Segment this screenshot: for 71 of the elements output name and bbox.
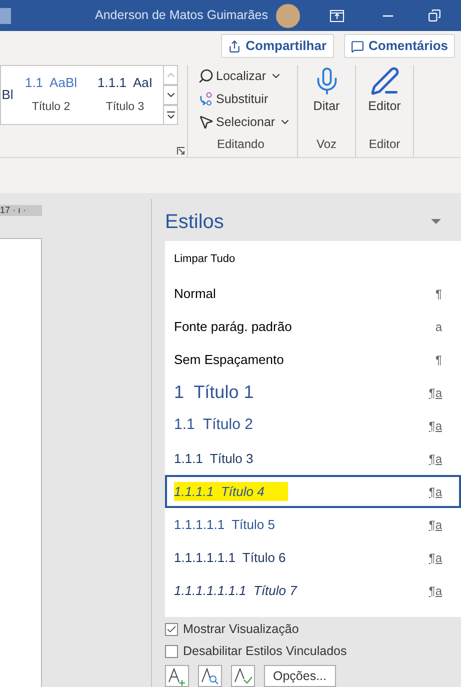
style-name: Limpar Tudo [174,252,236,267]
style-item[interactable]: 1.1.1.1.1 Título 5 ¶a [165,508,461,541]
style-type-icon: ¶a [428,548,442,566]
style-type-icon: ¶a [428,516,442,534]
restore-icon[interactable] [428,9,441,22]
style-item[interactable]: 1.1.1.1 Título 4 ¶a [165,475,461,508]
style-item[interactable]: 1 Título 1 ¶a [165,376,461,409]
style-type-icon: ¶a [428,482,442,500]
style-name: 1.1 Título 2 [174,415,254,436]
ribbon-command[interactable]: Selecionar [198,110,297,134]
style-type-icon: ¶a [428,416,442,434]
user-name: Anderson de Matos Guimarães [94,7,268,24]
ribbon-display-icon[interactable] [330,10,344,22]
style-name: 1.1.1.1.1 Título 5 [174,516,276,534]
share-button[interactable]: Compartilhar [220,34,334,58]
style-type-icon: ¶a [428,450,442,468]
style-type-icon: ¶a [428,384,442,402]
style-name: 1.1.1 Título 3 [174,450,254,468]
style-type-icon: a [435,318,442,336]
style-name: 1.1.1.1 Título 4 [174,482,288,502]
options-button[interactable]: Opções... [264,665,336,687]
checkbox[interactable] [165,645,178,658]
style-item[interactable]: 1.1.1 Título 3 ¶a [165,442,461,475]
style-type-icon: ¶ [436,284,442,302]
style-item[interactable]: 1.1.1.1.1.1.1 Título 7 ¶a [165,574,461,607]
checkbox-label: Desabilitar Estilos Vinculados [183,643,347,660]
comment-icon [350,40,364,52]
cursor-icon [198,114,214,130]
style-type-icon: ¶ [436,350,442,368]
style-type-icon: ¶a [428,582,442,600]
ruler: 17 · ı · [0,205,42,216]
style-inspector-button[interactable] [198,665,222,687]
share-icon [228,40,241,52]
checkbox[interactable] [165,623,178,636]
style-name: 1 Título 1 [174,381,255,404]
style-name: Normal [174,284,217,303]
expand-icon [166,110,174,119]
scroll-down-button[interactable] [163,84,178,105]
editor-button[interactable]: Editor [368,64,401,116]
gallery-style[interactable]: 1.1 AaBl Título 2 [14,66,88,124]
more-button[interactable] [163,104,178,125]
ribbon-command[interactable]: Substituir [198,88,297,111]
avatar-icon[interactable] [276,4,300,28]
group-label: Voz [316,136,336,153]
dictate-button[interactable]: Ditar [312,64,342,116]
ribbon-command[interactable]: Localizar [198,64,297,88]
search-icon [198,68,214,84]
style-item[interactable]: Limpar Tudo [165,241,461,277]
style-item[interactable]: Fonte parág. padrão a [165,310,461,343]
dialog-launcher-icon[interactable] [177,147,185,155]
style-item[interactable]: 1.1 Título 2 ¶a [165,409,461,442]
tab-fragment [0,8,11,24]
pane-title: Estilos [165,210,224,235]
style-item[interactable]: 1.1.1.1.1.1 Título 6 ¶a [165,541,461,574]
style-name: Fonte parág. padrão [174,318,293,336]
replace-icon [198,91,214,108]
style-name: 1.1.1.1.1.1 Título 6 [174,548,287,567]
style-name: 1.1.1.1.1.1.1 Título 7 [174,582,298,600]
gallery-style[interactable]: Bl [1,66,14,124]
style-item[interactable]: Normal ¶ [165,277,461,310]
dropdown-icon[interactable] [431,219,441,225]
new-style-button[interactable] [165,665,189,687]
manage-styles-button[interactable] [231,665,255,687]
comments-button[interactable]: Comentários [344,34,455,58]
group-label: Editor [368,136,400,153]
gallery-style[interactable]: 1.1.1 AaI Título 3 [88,66,162,124]
checkbox-label: Mostrar Visualização [183,621,299,638]
pen-icon [370,64,400,97]
style-item[interactable]: Sem Espaçamento ¶ [165,343,461,376]
style-name: Sem Espaçamento [174,350,285,369]
group-label: Editando [217,136,266,153]
